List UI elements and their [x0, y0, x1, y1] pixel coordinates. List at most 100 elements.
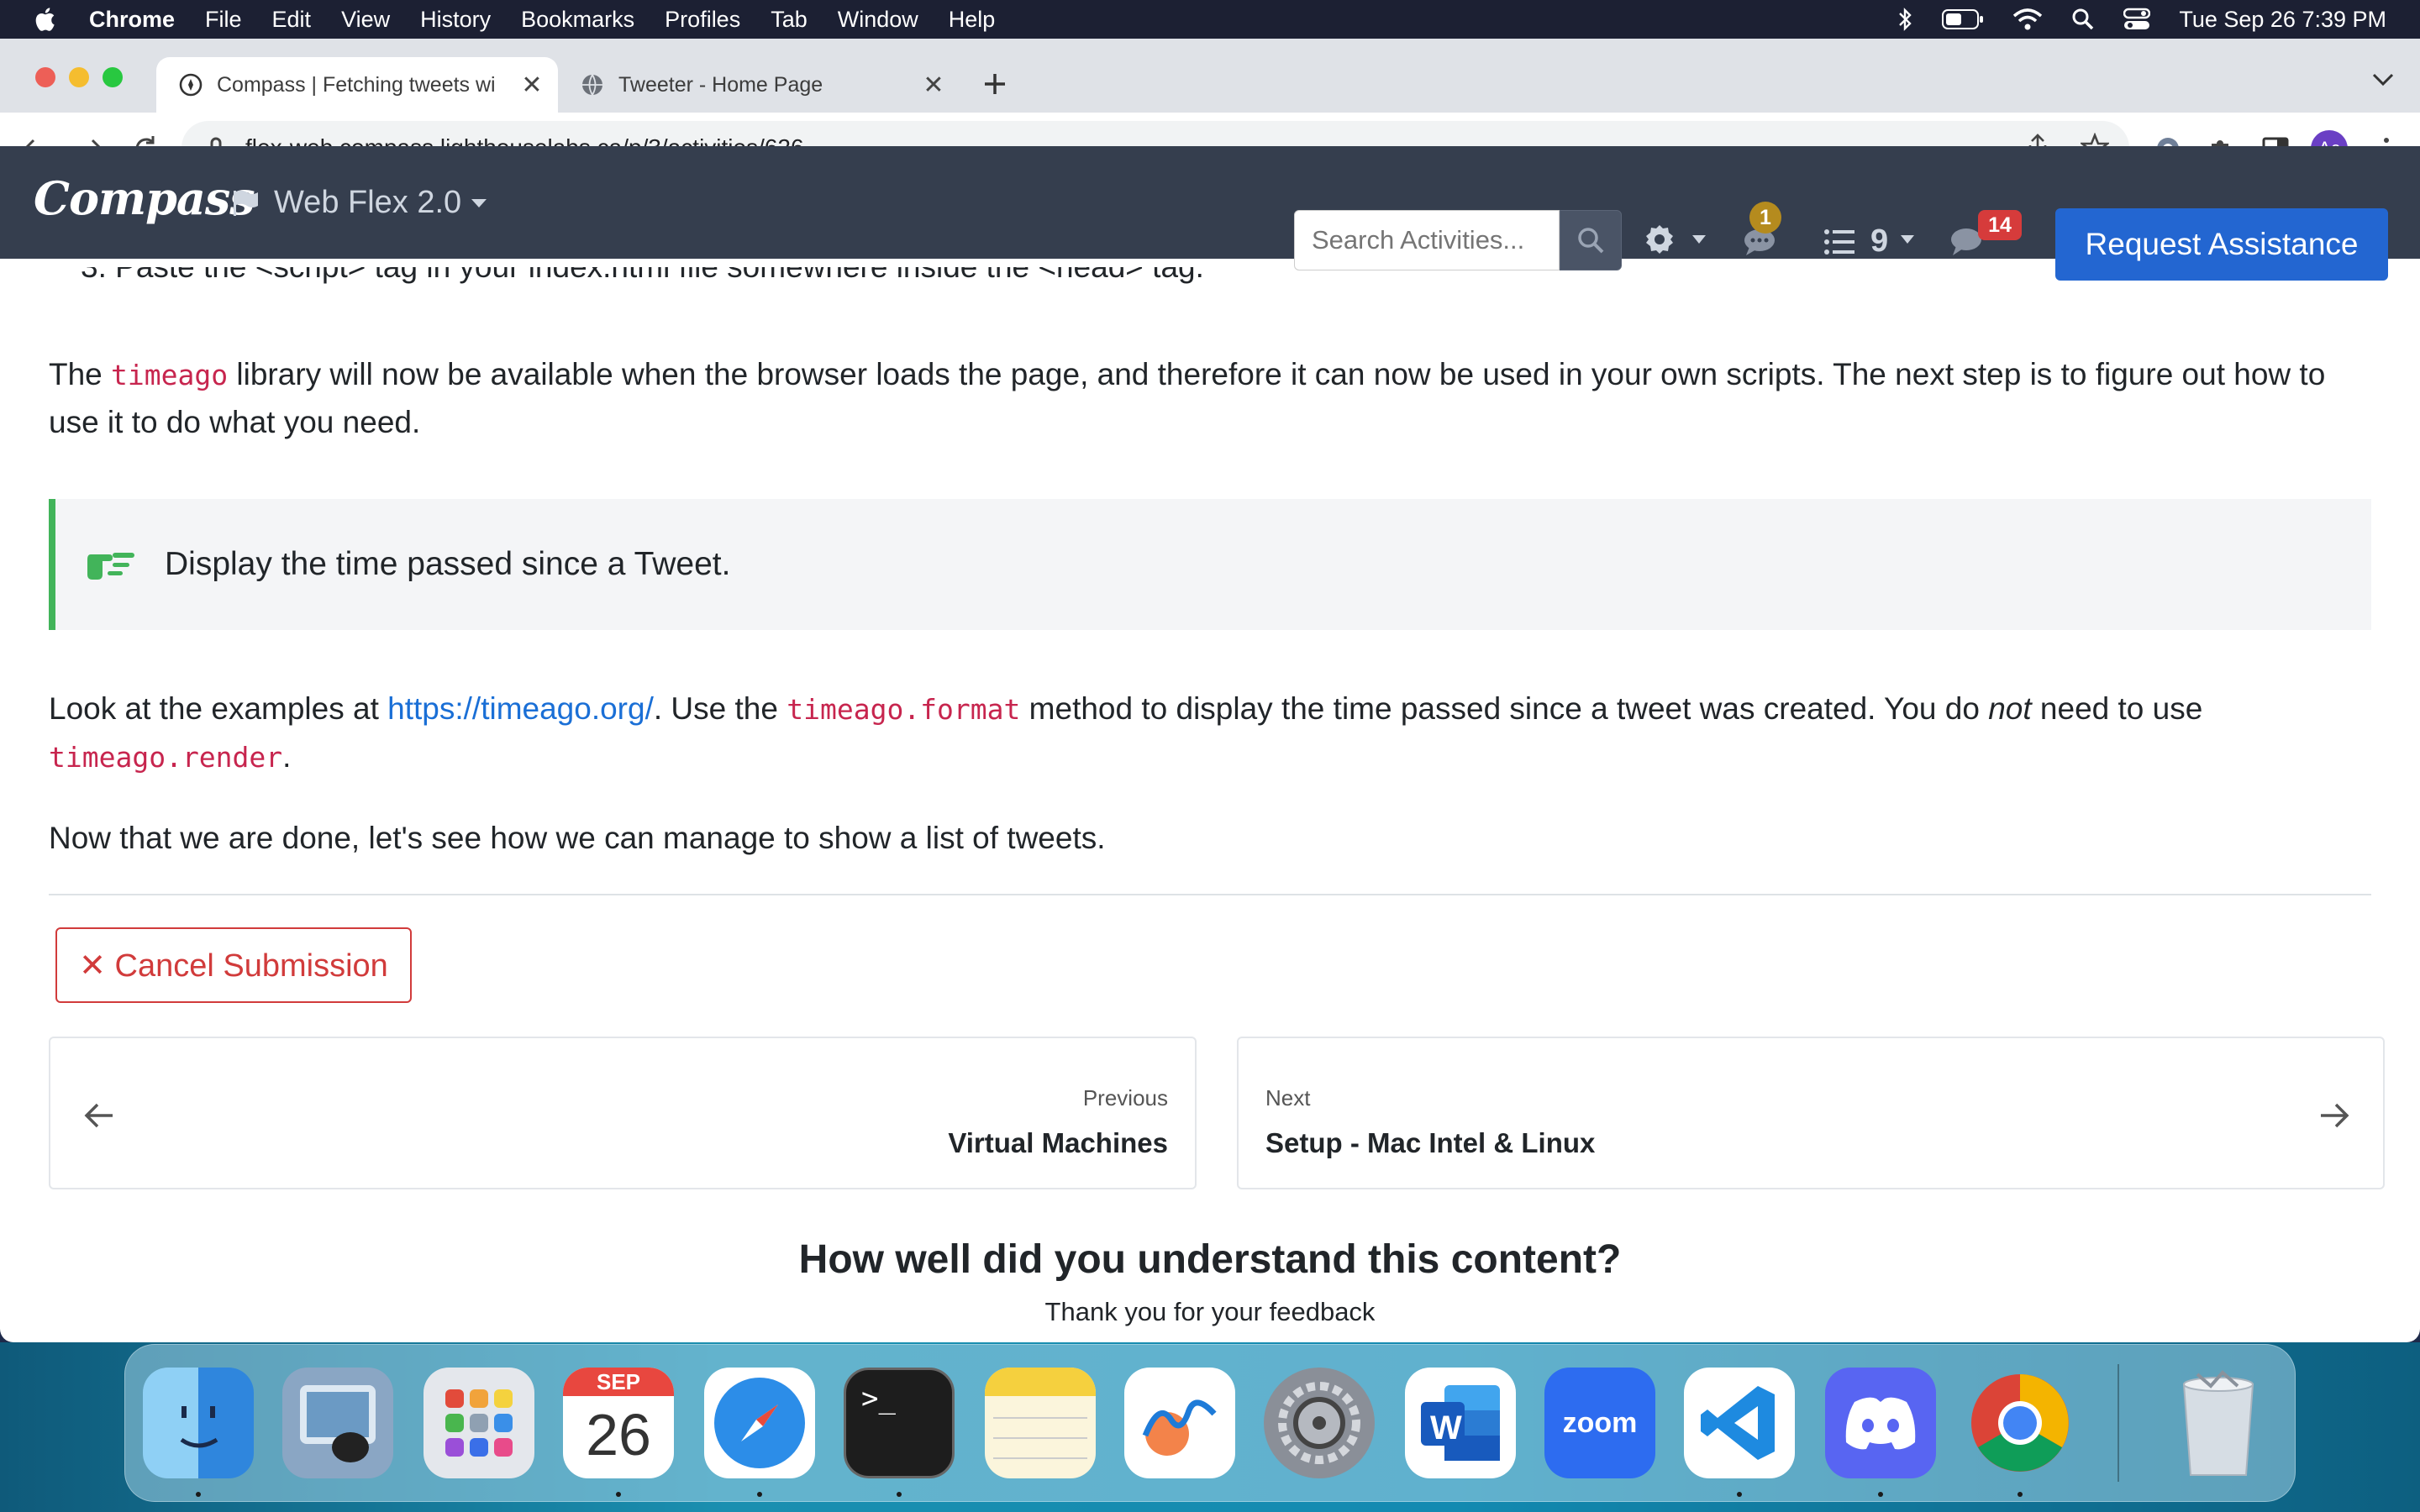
- dock-running-indicator: [1878, 1492, 1883, 1497]
- finder-icon[interactable]: [143, 1368, 254, 1478]
- vscode-app-icon[interactable]: [1684, 1368, 1795, 1478]
- tab-close-icon[interactable]: ✕: [921, 71, 946, 100]
- tab-search-chevron-icon[interactable]: [2371, 72, 2395, 87]
- safari-compass-icon: [714, 1378, 805, 1468]
- tab-title: Compass | Fetching tweets wi: [217, 72, 496, 97]
- menubar-clock[interactable]: Tue Sep 26 7:39 PM: [2179, 7, 2386, 33]
- dock-running-indicator: [757, 1492, 762, 1497]
- tab-compass[interactable]: Compass | Fetching tweets wi ✕: [156, 57, 558, 113]
- dock-running-indicator: [897, 1492, 902, 1497]
- content-divider: [49, 894, 2371, 895]
- text-span: The: [49, 357, 112, 391]
- menu-history[interactable]: History: [420, 7, 491, 33]
- text-span: method to display the time passed since …: [1020, 691, 1989, 726]
- dock-running-indicator: [1737, 1492, 1742, 1497]
- freeform-app-icon[interactable]: [1124, 1368, 1235, 1478]
- finder-face-icon: [180, 1406, 218, 1448]
- battery-icon[interactable]: [1942, 8, 1984, 30]
- next-title: Setup - Mac Intel & Linux: [1265, 1127, 1596, 1158]
- dock-running-indicator: [616, 1492, 621, 1497]
- preview-app-icon[interactable]: [282, 1368, 393, 1478]
- activity-content: The timeago library will now be availabl…: [49, 351, 2371, 446]
- word-letter: W: [1430, 1410, 1462, 1446]
- queue-count[interactable]: 9: [1870, 223, 1888, 260]
- paragraph-next-step: Now that we are done, let's see how we c…: [49, 821, 1106, 855]
- tab-strip: Compass | Fetching tweets wi ✕ Tweeter -…: [0, 39, 2420, 113]
- menu-file[interactable]: File: [205, 7, 242, 33]
- activity-content-continued: Look at the examples at https://timeago.…: [49, 685, 2371, 862]
- gear-icon: [1278, 1382, 1360, 1464]
- queue-list-icon[interactable]: [1823, 228, 1855, 255]
- menu-edit[interactable]: Edit: [272, 7, 312, 33]
- previous-activity-card[interactable]: Previous Virtual Machines: [49, 1037, 1197, 1189]
- chrome-logo-icon: [1971, 1374, 2069, 1472]
- dock-running-indicator: [196, 1492, 201, 1497]
- bluetooth-icon[interactable]: [1897, 7, 1913, 32]
- task-callout: Display the time passed since a Tweet.: [49, 499, 2371, 630]
- compass-logo[interactable]: Compass: [34, 171, 255, 225]
- zoom-app-icon[interactable]: zoom: [1544, 1368, 1655, 1478]
- partial-step-text: 3. Paste the <script> tag in your index.…: [81, 267, 1204, 287]
- previous-title: Virtual Machines: [948, 1127, 1168, 1158]
- menu-tab[interactable]: Tab: [771, 7, 808, 33]
- inline-code-timeago-render: timeago.render: [49, 741, 283, 774]
- callout-text: Display the time passed since a Tweet.: [165, 546, 731, 582]
- calendar-app-icon[interactable]: SEP 26: [563, 1368, 674, 1478]
- menu-profiles[interactable]: Profiles: [665, 7, 740, 33]
- timeago-link[interactable]: https://timeago.org/: [387, 691, 654, 726]
- previous-label: Previous: [1082, 1085, 1168, 1110]
- tab-title: Tweeter - Home Page: [618, 72, 823, 97]
- preview-icon: [300, 1385, 376, 1462]
- dock-separator: [2118, 1364, 2119, 1482]
- vscode-logo-icon: [1701, 1386, 1775, 1460]
- trash-icon[interactable]: [2163, 1368, 2274, 1478]
- notes-app-icon[interactable]: [985, 1368, 1096, 1478]
- terminal-app-icon[interactable]: >_: [844, 1368, 955, 1478]
- compass-favicon-icon: [179, 73, 203, 97]
- wifi-icon[interactable]: [2012, 8, 2043, 31]
- course-selector[interactable]: Web Flex 2.0: [230, 185, 488, 221]
- tab-close-icon[interactable]: ✕: [519, 71, 544, 100]
- apple-icon[interactable]: [32, 5, 60, 34]
- search-activities-input[interactable]: [1294, 210, 1560, 270]
- close-window-button[interactable]: [35, 67, 55, 87]
- cancel-submission-button[interactable]: ✕ Cancel Submission: [55, 927, 412, 1003]
- menu-view[interactable]: View: [341, 7, 390, 33]
- menu-bookmarks[interactable]: Bookmarks: [521, 7, 634, 33]
- tab-tweeter[interactable]: Tweeter - Home Page ✕: [558, 57, 960, 113]
- calendar-day: 26: [586, 1402, 651, 1467]
- safari-app-icon[interactable]: [704, 1368, 815, 1478]
- request-assistance-button[interactable]: Request Assistance: [2055, 208, 2388, 281]
- maximize-window-button[interactable]: [103, 67, 123, 87]
- freeform-scribble-icon: [1142, 1399, 1217, 1456]
- launchpad-icon[interactable]: [424, 1368, 534, 1478]
- system-settings-icon[interactable]: [1264, 1368, 1375, 1478]
- control-center-icon[interactable]: [2123, 8, 2151, 31]
- inline-code-timeago-format: timeago.format: [786, 693, 1021, 726]
- next-activity-card[interactable]: Next Setup - Mac Intel & Linux: [1237, 1037, 2385, 1189]
- search-button[interactable]: [1560, 210, 1622, 270]
- word-app-icon[interactable]: W: [1405, 1368, 1516, 1478]
- course-name: Web Flex 2.0: [274, 185, 462, 220]
- spotlight-search-icon[interactable]: [2071, 8, 2095, 31]
- text-span: .: [282, 739, 292, 774]
- minimize-window-button[interactable]: [69, 67, 89, 87]
- dock-running-indicator: [2018, 1492, 2023, 1497]
- discord-app-icon[interactable]: [1825, 1368, 1936, 1478]
- paragraph-timeago-intro: The timeago library will now be availabl…: [49, 351, 2371, 446]
- text-span: . Use the: [653, 691, 787, 726]
- chrome-app-icon[interactable]: [1965, 1368, 2075, 1478]
- menu-app-chrome[interactable]: Chrome: [89, 7, 175, 33]
- queue-caret-icon[interactable]: [1899, 234, 1916, 245]
- paragraph-timeago-format: Look at the examples at https://timeago.…: [49, 685, 2371, 781]
- notes-icon: [985, 1368, 1096, 1459]
- feedback-title: How well did you understand this content…: [798, 1237, 1622, 1282]
- text-span: library will now be available when the b…: [49, 357, 2326, 439]
- menu-help[interactable]: Help: [949, 7, 996, 33]
- menu-window[interactable]: Window: [838, 7, 918, 33]
- search-icon: [1578, 228, 1604, 254]
- new-tab-plus-icon[interactable]: [978, 67, 1012, 101]
- settings-gear-icon[interactable]: [1644, 223, 1676, 255]
- settings-caret-icon[interactable]: [1691, 234, 1707, 245]
- emphasis-not: not: [1988, 691, 2032, 726]
